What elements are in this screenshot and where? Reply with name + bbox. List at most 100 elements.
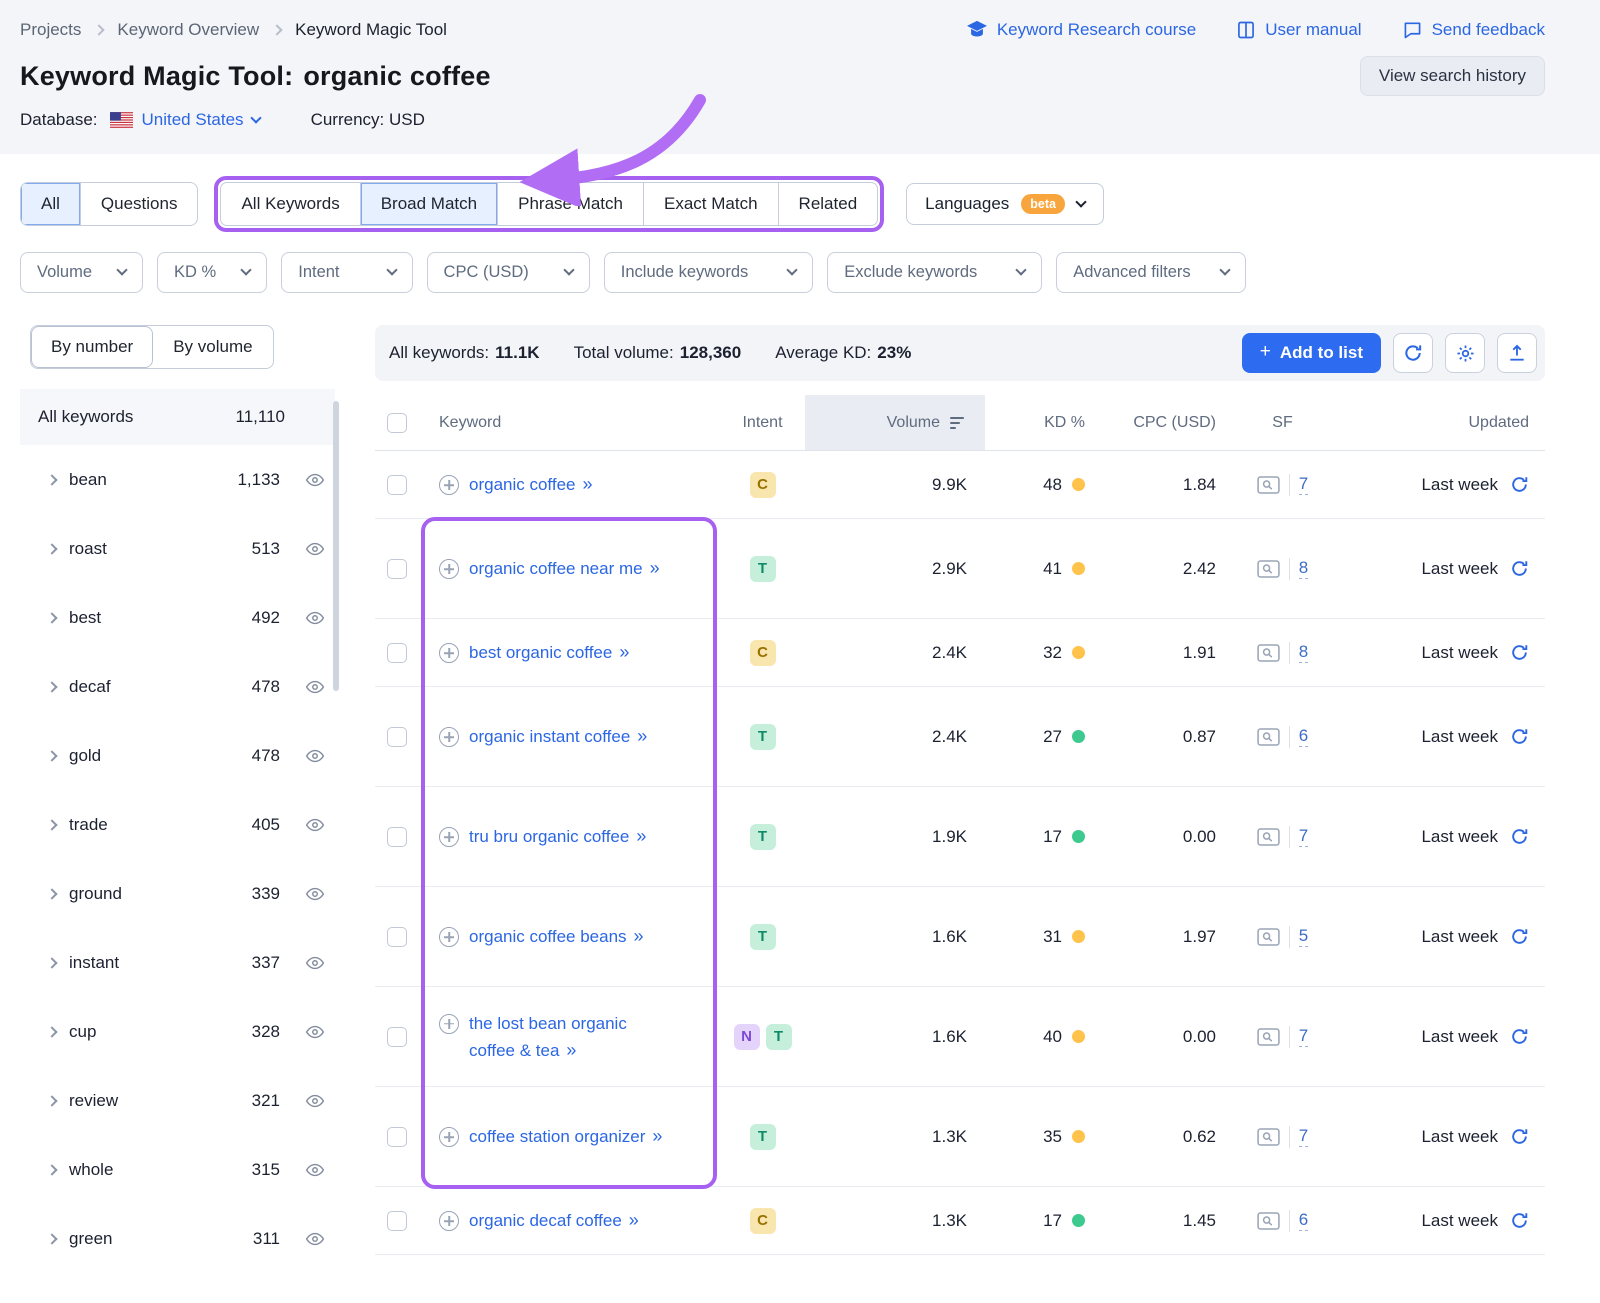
row-checkbox[interactable] [387, 1026, 407, 1047]
export-button[interactable] [1497, 333, 1537, 373]
keyword-link[interactable]: organic coffee beans [469, 927, 627, 946]
serp-preview-icon[interactable] [1257, 927, 1280, 946]
refresh-icon[interactable] [1510, 1127, 1529, 1146]
eye-icon[interactable] [305, 748, 325, 764]
sort-descending-icon[interactable] [950, 416, 967, 430]
keyword-link[interactable]: organic coffee [469, 475, 575, 494]
refresh-icon[interactable] [1510, 827, 1529, 846]
row-checkbox[interactable] [387, 1126, 407, 1147]
row-checkbox[interactable] [387, 558, 407, 579]
cpc-filter-dropdown[interactable]: CPC (USD) [426, 252, 590, 293]
keyword-link[interactable]: organic coffee near me [469, 559, 643, 578]
expand-chevron-icon[interactable] [46, 1025, 58, 1038]
sf-count[interactable]: 8 [1298, 558, 1309, 579]
column-updated[interactable]: Updated [1335, 414, 1545, 432]
row-checkbox[interactable] [387, 726, 407, 747]
eye-icon[interactable] [305, 886, 325, 902]
open-keyword-chevrons-icon[interactable]: » [566, 1040, 576, 1060]
expand-chevron-icon[interactable] [46, 887, 58, 900]
keyword-link[interactable]: organic instant coffee [469, 727, 630, 746]
expand-chevron-icon[interactable] [46, 680, 58, 693]
sidebar-group-item[interactable]: instant 337 [20, 928, 335, 997]
row-checkbox[interactable] [387, 926, 407, 947]
serp-preview-icon[interactable] [1257, 827, 1280, 846]
sidebar-group-item[interactable]: gold 478 [20, 721, 335, 790]
eye-icon[interactable] [305, 541, 325, 557]
keyword-link[interactable]: coffee station organizer [469, 1127, 645, 1146]
refresh-icon[interactable] [1510, 643, 1529, 662]
refresh-icon[interactable] [1510, 927, 1529, 946]
add-keyword-icon[interactable] [439, 1211, 459, 1231]
refresh-icon[interactable] [1510, 475, 1529, 494]
volume-filter-dropdown[interactable]: Volume [20, 252, 144, 293]
add-keyword-icon[interactable] [439, 1013, 459, 1034]
add-keyword-icon[interactable] [439, 475, 459, 495]
refresh-button[interactable] [1393, 333, 1433, 373]
link-user-manual[interactable]: User manual [1236, 20, 1362, 40]
sidebar-group-item[interactable]: green 311 [20, 1204, 335, 1273]
column-kd[interactable]: KD % [985, 414, 1095, 432]
intent-filter-dropdown[interactable]: Intent [281, 252, 413, 293]
eye-icon[interactable] [305, 1231, 325, 1247]
column-sf[interactable]: SF [1230, 414, 1335, 432]
add-keyword-icon[interactable] [439, 827, 459, 847]
breadcrumb-projects[interactable]: Projects [20, 20, 81, 40]
keyword-link[interactable]: tru bru organic coffee [469, 827, 629, 846]
refresh-icon[interactable] [1510, 1211, 1529, 1230]
toggle-by-volume[interactable]: By volume [153, 326, 272, 368]
sf-count[interactable]: 8 [1298, 642, 1309, 663]
languages-dropdown[interactable]: Languages beta [906, 183, 1104, 225]
add-keyword-icon[interactable] [439, 559, 459, 579]
sidebar-group-item[interactable]: review 321 [20, 1066, 335, 1135]
expand-chevron-icon[interactable] [46, 1232, 58, 1245]
sidebar-group-item[interactable]: cup 328 [20, 997, 335, 1066]
open-keyword-chevrons-icon[interactable]: » [582, 474, 592, 494]
open-keyword-chevrons-icon[interactable]: » [650, 558, 660, 578]
eye-icon[interactable] [305, 472, 325, 488]
row-checkbox[interactable] [387, 826, 407, 847]
serp-preview-icon[interactable] [1257, 1127, 1280, 1146]
advanced-filters-dropdown[interactable]: Advanced filters [1056, 252, 1246, 293]
include-keywords-filter[interactable]: Include keywords [603, 252, 814, 293]
open-keyword-chevrons-icon[interactable]: » [637, 726, 647, 746]
select-all-checkbox[interactable] [387, 412, 407, 433]
row-checkbox[interactable] [387, 642, 407, 663]
refresh-icon[interactable] [1510, 727, 1529, 746]
add-keyword-icon[interactable] [439, 643, 459, 663]
open-keyword-chevrons-icon[interactable]: » [652, 1126, 662, 1146]
eye-icon[interactable] [305, 1093, 325, 1109]
sidebar-group-item[interactable]: whole 315 [20, 1135, 335, 1204]
column-keyword[interactable]: Keyword [425, 414, 720, 432]
serp-preview-icon[interactable] [1257, 1211, 1280, 1230]
keyword-link[interactable]: organic decaf coffee [469, 1211, 622, 1230]
tab-related[interactable]: Related [777, 183, 878, 225]
expand-chevron-icon[interactable] [46, 1163, 58, 1176]
open-keyword-chevrons-icon[interactable]: » [634, 926, 644, 946]
row-checkbox[interactable] [387, 474, 407, 495]
serp-preview-icon[interactable] [1257, 643, 1280, 662]
expand-chevron-icon[interactable] [46, 749, 58, 762]
sidebar-group-item[interactable]: roast 513 [20, 514, 335, 583]
sidebar-group-item[interactable]: best 492 [20, 583, 335, 652]
sidebar-group-item[interactable]: ground 339 [20, 859, 335, 928]
sf-count[interactable]: 7 [1298, 1126, 1309, 1147]
sf-count[interactable]: 6 [1298, 726, 1309, 747]
expand-chevron-icon[interactable] [46, 1094, 58, 1107]
add-to-list-button[interactable]: + Add to list [1241, 333, 1381, 373]
sf-count[interactable]: 5 [1298, 926, 1309, 947]
serp-preview-icon[interactable] [1257, 475, 1280, 494]
add-keyword-icon[interactable] [439, 1127, 459, 1147]
link-send-feedback[interactable]: Send feedback [1402, 20, 1545, 40]
eye-icon[interactable] [305, 610, 325, 626]
add-keyword-icon[interactable] [439, 727, 459, 747]
view-search-history-button[interactable]: View search history [1359, 56, 1545, 96]
tab-phrase-match[interactable]: Phrase Match [497, 183, 643, 225]
column-cpc[interactable]: CPC (USD) [1095, 414, 1230, 432]
sf-count[interactable]: 7 [1298, 474, 1309, 495]
expand-chevron-icon[interactable] [46, 956, 58, 969]
expand-chevron-icon[interactable] [46, 818, 58, 831]
column-volume[interactable]: Volume [805, 395, 985, 450]
expand-chevron-icon[interactable] [46, 611, 58, 624]
open-keyword-chevrons-icon[interactable]: » [619, 642, 629, 662]
tab-questions[interactable]: Questions [79, 183, 198, 225]
